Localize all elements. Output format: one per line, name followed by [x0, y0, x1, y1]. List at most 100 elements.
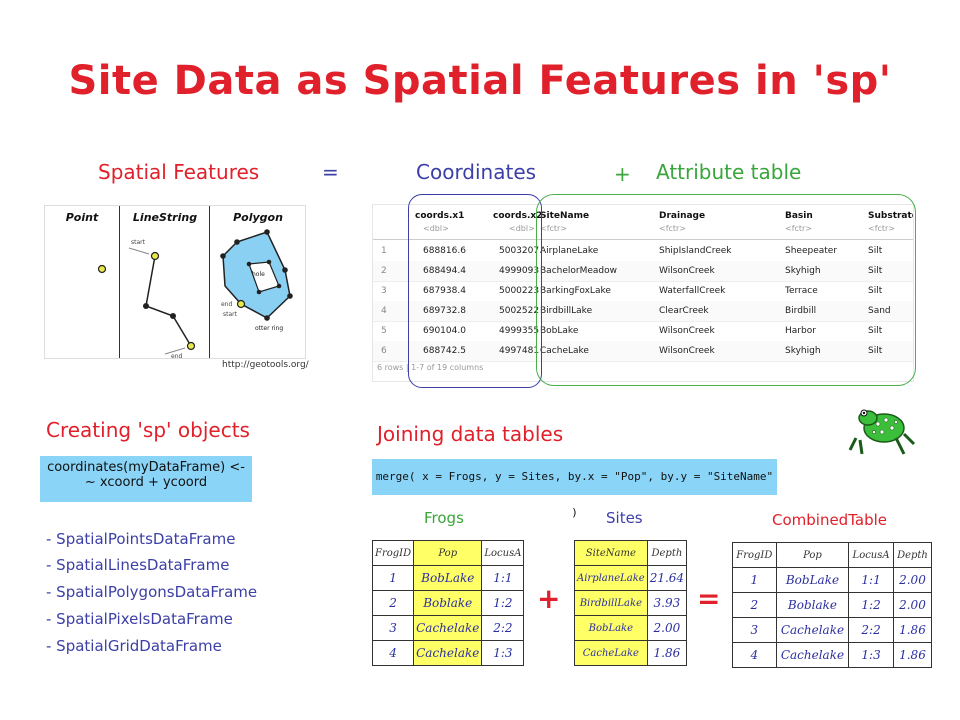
- class-item: - SpatialPolygonsDataFrame: [46, 583, 258, 601]
- cell: 4: [371, 640, 415, 666]
- spatial-features-heading: Spatial Features: [98, 160, 260, 184]
- geometry-drawings: start end hole end start otter ring: [97, 229, 293, 358]
- slide-title: Site Data as Spatial Features in 'sp': [68, 58, 892, 104]
- table-row: CacheLake 1.86: [574, 640, 688, 666]
- merge-code-box: merge( x = Frogs, y = Sites, by.x = "Pop…: [372, 459, 777, 519]
- cell: BobLake: [413, 565, 483, 591]
- equals-sign: =: [322, 160, 339, 184]
- code-line-2: ~ xcoord + ycoord: [84, 475, 208, 490]
- line-end-vertex: [186, 341, 196, 351]
- table-row: 2 Boblake 1:2 2.00: [732, 592, 933, 618]
- cell: Boblake: [775, 592, 850, 618]
- cell: Cachelake: [413, 615, 483, 641]
- cell: 2.00: [892, 567, 933, 593]
- combined-table: FrogID Pop LocusA Depth 1 BobLake 1:1 2.…: [732, 542, 933, 668]
- table-cell: 1: [381, 246, 387, 256]
- cell: BobLake: [775, 567, 850, 593]
- header-cell: Pop: [775, 542, 850, 568]
- class-item: - SpatialLinesDataFrame: [46, 556, 230, 574]
- frogs-title: Frogs: [424, 509, 464, 527]
- header-cell: FrogID: [732, 542, 777, 568]
- header-cell: LocusA: [481, 540, 525, 566]
- coordinates-highlight-ring: [408, 194, 542, 388]
- code-line-1: coordinates(myDataFrame) <-: [47, 460, 245, 475]
- cell: 1:1: [848, 567, 894, 593]
- cell: CacheLake: [574, 640, 648, 666]
- join-equals-sign: =: [697, 582, 721, 615]
- cell: 2:2: [481, 615, 525, 641]
- frogs-table: FrogID Pop LocusA 1 BobLake 1:1 2 Boblak…: [371, 540, 525, 666]
- hole-label: hole: [252, 271, 265, 278]
- cell: 4: [732, 642, 777, 668]
- frog-icon: [848, 409, 916, 455]
- cell: 3.93: [646, 590, 688, 616]
- cell: 1:2: [848, 592, 894, 618]
- cell: 1:1: [481, 565, 525, 591]
- outer-ring-label: otter ring: [255, 325, 283, 332]
- combined-title: CombinedTable: [772, 511, 887, 529]
- cell: 1:3: [848, 642, 894, 668]
- cell: Cachelake: [775, 642, 850, 668]
- linestring-path: [145, 255, 192, 347]
- cell: 2.00: [646, 615, 688, 641]
- cell: 1: [732, 567, 777, 593]
- cell: 3: [732, 617, 777, 643]
- cell: BobLake: [574, 615, 648, 641]
- header-cell: FrogID: [371, 540, 415, 566]
- table-row: BobLake 2.00: [574, 615, 688, 641]
- cell: 2:2: [848, 617, 894, 643]
- cell: 1.86: [892, 642, 933, 668]
- coordinates-heading: Coordinates: [416, 160, 537, 184]
- cell: BirdbillLake: [574, 590, 648, 616]
- spatial-features-figure: Point LineString Polygon start end hole …: [44, 205, 306, 359]
- sites-table: SiteName Depth AirplaneLake 21.64 Birdbi…: [574, 540, 688, 666]
- table-cell: 5: [381, 326, 387, 336]
- table-cell: 3: [381, 286, 387, 296]
- header-cell: Depth: [892, 542, 933, 568]
- attribute-table-heading: Attribute table: [656, 160, 802, 184]
- cell: 1:2: [481, 590, 525, 616]
- creating-sp-heading: Creating 'sp' objects: [46, 418, 250, 442]
- figure-credit: http://geotools.org/: [222, 360, 309, 370]
- table-row: 1 BobLake 1:1 2.00: [732, 567, 933, 593]
- cell: 21.64: [646, 565, 688, 591]
- table-header-row: SiteName Depth: [574, 540, 688, 566]
- coordinates-code-box: coordinates(myDataFrame) <- ~ xcoord + y…: [40, 456, 252, 502]
- cell: Boblake: [413, 590, 483, 616]
- table-header-row: FrogID Pop LocusA Depth: [732, 542, 933, 568]
- line-start-vertex: [150, 251, 160, 261]
- point-vertex-icon: [97, 264, 107, 274]
- cell: AirplaneLake: [574, 565, 648, 591]
- table-header-row: FrogID Pop LocusA: [371, 540, 525, 566]
- start-arrow-icon: [128, 247, 150, 255]
- table-row: 3 Cachelake 2:2 1.86: [732, 617, 933, 643]
- table-row: AirplaneLake 21.64: [574, 565, 688, 591]
- cell: Cachelake: [413, 640, 483, 666]
- table-row: 4 Cachelake 1:3 1.86: [732, 642, 933, 668]
- header-cell: LocusA: [848, 542, 894, 568]
- cell: 3: [371, 615, 415, 641]
- cell: 2.00: [892, 592, 933, 618]
- cell: 1: [371, 565, 415, 591]
- table-row: 3 Cachelake 2:2: [371, 615, 525, 641]
- line-start-label: start: [131, 239, 146, 246]
- table-row: 1 BobLake 1:1: [371, 565, 525, 591]
- class-item: - SpatialPixelsDataFrame: [46, 610, 233, 628]
- polygon-end-label: end: [221, 301, 232, 308]
- table-cell: 2: [381, 266, 387, 276]
- plus-sign: +: [614, 162, 631, 186]
- class-item: - SpatialGridDataFrame: [46, 637, 222, 655]
- header-cell: Depth: [646, 540, 688, 566]
- header-cell: SiteName: [574, 540, 648, 566]
- class-item: - SpatialPointsDataFrame: [46, 530, 236, 548]
- cell: 1.86: [892, 617, 933, 643]
- polygon-start-vertex: [236, 299, 246, 309]
- cell: 2: [371, 590, 415, 616]
- cell: 1.86: [646, 640, 688, 666]
- table-row: 4 Cachelake 1:3: [371, 640, 525, 666]
- cell: 1:3: [481, 640, 525, 666]
- table-row: BirdbillLake 3.93: [574, 590, 688, 616]
- cell: 2: [732, 592, 777, 618]
- table-cell: 6: [381, 346, 387, 356]
- cell: Cachelake: [775, 617, 850, 643]
